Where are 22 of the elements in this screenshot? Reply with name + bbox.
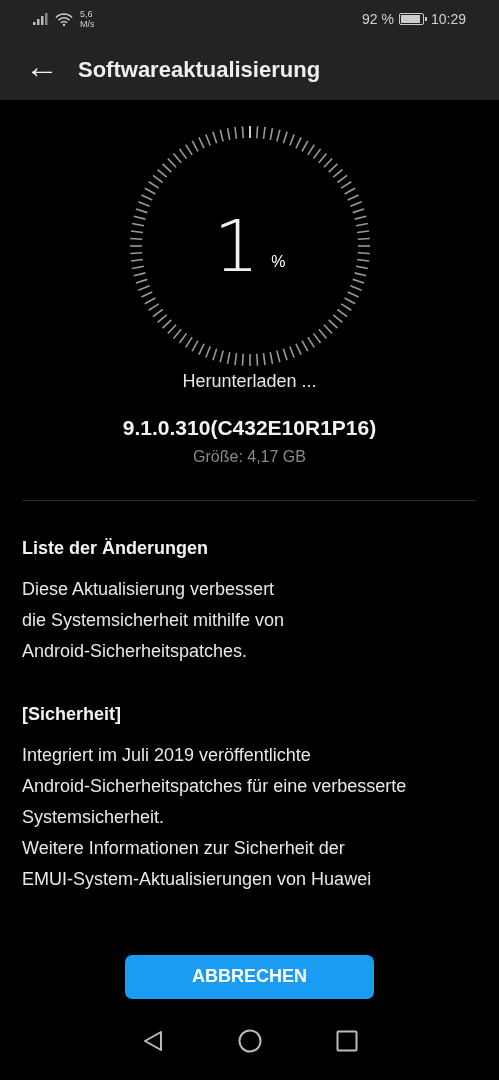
- clock: 10:29: [430, 9, 466, 29]
- wifi-icon: [55, 12, 73, 26]
- section-heading: [Sicherheit]: [22, 702, 123, 726]
- speed-unit: M/s: [80, 19, 95, 29]
- paragraph: Weitere Informationen zur Sicherheit der EMUI-System-Aktualisierungen von Huawei: [22, 836, 373, 891]
- progress-value: 1: [213, 210, 260, 282]
- version-number: 9.1.0.310(C432E10R1P16): [122, 415, 377, 441]
- back-nav-icon[interactable]: [141, 1029, 164, 1052]
- battery-icon: [398, 13, 424, 25]
- progress-unit: %: [271, 252, 286, 272]
- speed-value: 5,6: [80, 9, 94, 19]
- status-text: Herunterladen ...: [182, 370, 317, 393]
- home-nav-icon[interactable]: [237, 1028, 262, 1053]
- battery-percent: 92 %: [362, 9, 394, 29]
- recents-nav-icon[interactable]: [335, 1029, 358, 1052]
- section-heading: Liste der Änderungen: [22, 536, 210, 560]
- paragraph: Integriert im Juli 2019 veröffentlichte Android-Sicherheitspatches für eine verbesserte Systemsicherheit.: [22, 743, 408, 829]
- download-size: Größe: 4,17 GB: [193, 446, 306, 467]
- back-button[interactable]: ←: [25, 49, 53, 83]
- window-title: Softwareaktualisierung: [78, 55, 321, 84]
- paragraph: Diese Aktualisierung verbessert die Systemsicherheit mithilfe von Android-Sicherheitspatches.: [22, 577, 286, 663]
- signal-icon: [33, 13, 50, 25]
